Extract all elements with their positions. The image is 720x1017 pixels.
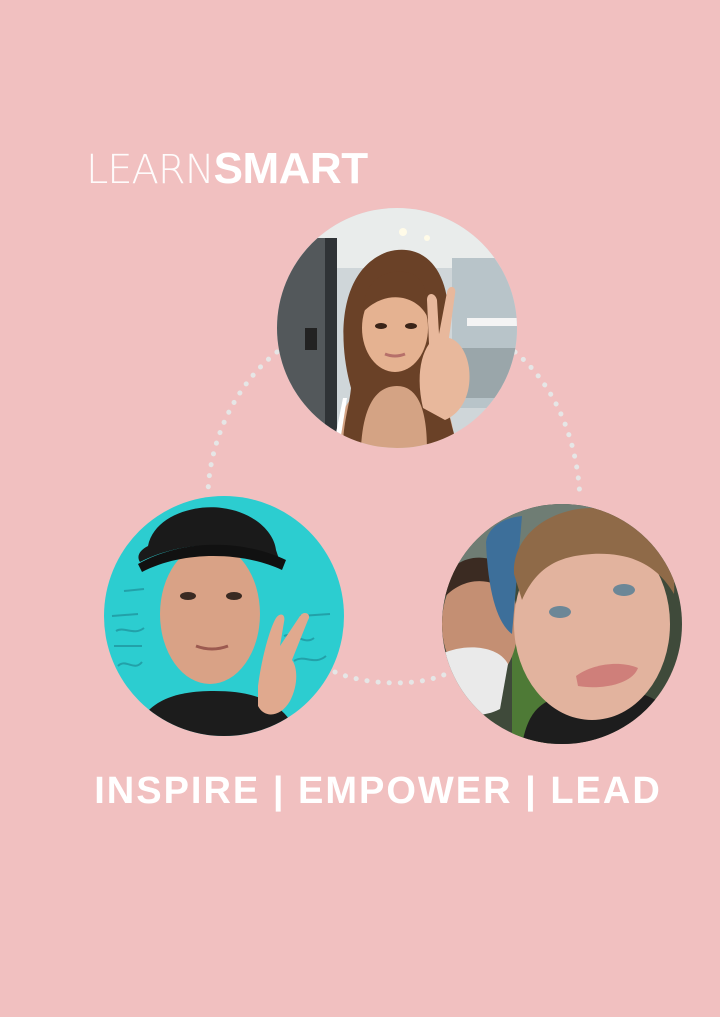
team-photo-left <box>104 496 344 736</box>
team-photo-top <box>277 208 517 448</box>
portrait-woman-peace-sign <box>277 208 517 448</box>
logo-bold-text: SMART <box>213 144 368 193</box>
portrait-man-cap-peace-sign <box>104 496 344 736</box>
tagline: INSPIRE | EMPOWER | LEAD <box>94 770 662 812</box>
logo-light-text: LEARN <box>86 147 215 193</box>
portrait-two-men-selfie <box>442 504 682 744</box>
brand-logo: LEARNSMART <box>86 144 368 195</box>
team-photo-right <box>442 504 682 744</box>
